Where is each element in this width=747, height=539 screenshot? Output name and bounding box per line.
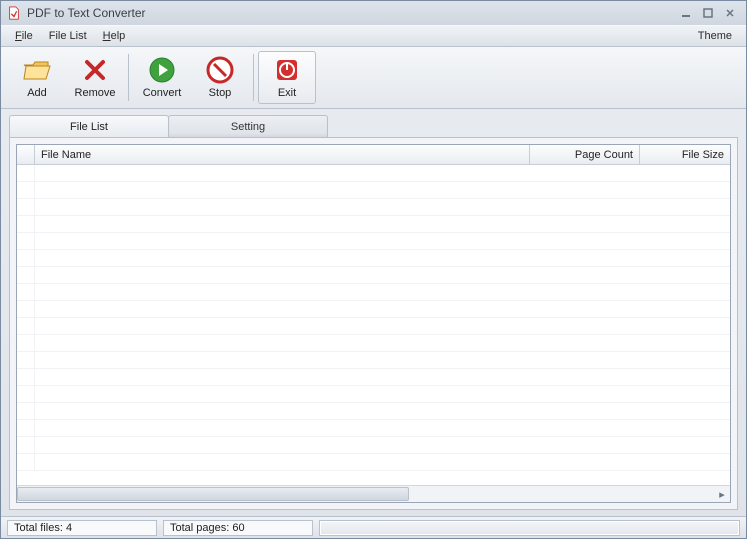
table-row[interactable] <box>17 437 730 454</box>
column-filesize[interactable]: File Size <box>640 145 730 164</box>
add-label: Add <box>27 87 47 99</box>
tab-file-list[interactable]: File List <box>9 115 169 137</box>
statusbar: Total files: 4 Total pages: 60 <box>1 516 746 538</box>
titlebar[interactable]: PDF to Text Converter <box>1 1 746 25</box>
scrollbar-thumb[interactable] <box>17 487 409 501</box>
file-listview[interactable]: File Name Page Count File Size ▸ <box>16 144 731 503</box>
toolbar-group-file: Add Remove <box>7 50 125 105</box>
table-row[interactable] <box>17 352 730 369</box>
menu-file[interactable]: File <box>7 28 41 44</box>
table-row[interactable] <box>17 182 730 199</box>
table-row[interactable] <box>17 318 730 335</box>
table-row[interactable] <box>17 250 730 267</box>
column-filename[interactable]: File Name <box>35 145 530 164</box>
x-icon <box>80 56 110 84</box>
exit-label: Exit <box>278 87 296 99</box>
stop-button[interactable]: Stop <box>191 51 249 104</box>
stop-label: Stop <box>209 87 232 99</box>
minimize-button[interactable] <box>676 6 696 20</box>
exit-button[interactable]: Exit <box>258 51 316 104</box>
menu-help[interactable]: Help <box>95 28 134 44</box>
app-icon <box>7 6 21 20</box>
horizontal-scrollbar[interactable]: ▸ <box>17 485 730 502</box>
column-pagecount[interactable]: Page Count <box>530 145 640 164</box>
toolbar-group-run: Convert Stop <box>132 50 250 105</box>
status-total-pages: Total pages: 60 <box>163 520 313 536</box>
convert-label: Convert <box>143 87 182 99</box>
table-row[interactable] <box>17 165 730 182</box>
stop-icon <box>205 56 235 84</box>
status-progress <box>319 520 740 536</box>
menu-file-list[interactable]: File List <box>41 28 95 44</box>
table-row[interactable] <box>17 335 730 352</box>
toolbar-group-exit: Exit <box>257 50 317 105</box>
power-icon <box>272 56 302 84</box>
table-row[interactable] <box>17 301 730 318</box>
table-row[interactable] <box>17 284 730 301</box>
table-row[interactable] <box>17 420 730 437</box>
remove-button[interactable]: Remove <box>66 51 124 104</box>
toolbar-separator-2 <box>253 54 254 101</box>
table-row[interactable] <box>17 386 730 403</box>
table-row[interactable] <box>17 233 730 250</box>
remove-label: Remove <box>75 87 116 99</box>
menubar: File File List Help Theme <box>1 25 746 47</box>
progress-bar <box>321 522 738 534</box>
table-row[interactable] <box>17 369 730 386</box>
listview-header: File Name Page Count File Size <box>17 145 730 165</box>
maximize-button[interactable] <box>698 6 718 20</box>
table-row[interactable] <box>17 403 730 420</box>
table-row[interactable] <box>17 199 730 216</box>
content-frame: File Name Page Count File Size ▸ <box>9 137 738 510</box>
tab-setting[interactable]: Setting <box>168 115 328 137</box>
column-handle[interactable] <box>17 145 35 164</box>
window-title: PDF to Text Converter <box>27 6 674 20</box>
close-button[interactable] <box>720 6 740 20</box>
toolbar-separator-1 <box>128 54 129 101</box>
table-row[interactable] <box>17 454 730 471</box>
folder-open-icon <box>22 56 52 84</box>
listview-body[interactable] <box>17 165 730 485</box>
add-button[interactable]: Add <box>8 51 66 104</box>
tabs-row: File List Setting <box>1 113 746 137</box>
status-total-files: Total files: 4 <box>7 520 157 536</box>
app-window: PDF to Text Converter File File List Hel… <box>0 0 747 539</box>
play-icon <box>147 56 177 84</box>
toolbar: Add Remove Convert Stop <box>1 47 746 109</box>
convert-button[interactable]: Convert <box>133 51 191 104</box>
scroll-right-icon[interactable]: ▸ <box>714 486 730 502</box>
menu-theme[interactable]: Theme <box>690 28 740 44</box>
table-row[interactable] <box>17 267 730 284</box>
table-row[interactable] <box>17 216 730 233</box>
